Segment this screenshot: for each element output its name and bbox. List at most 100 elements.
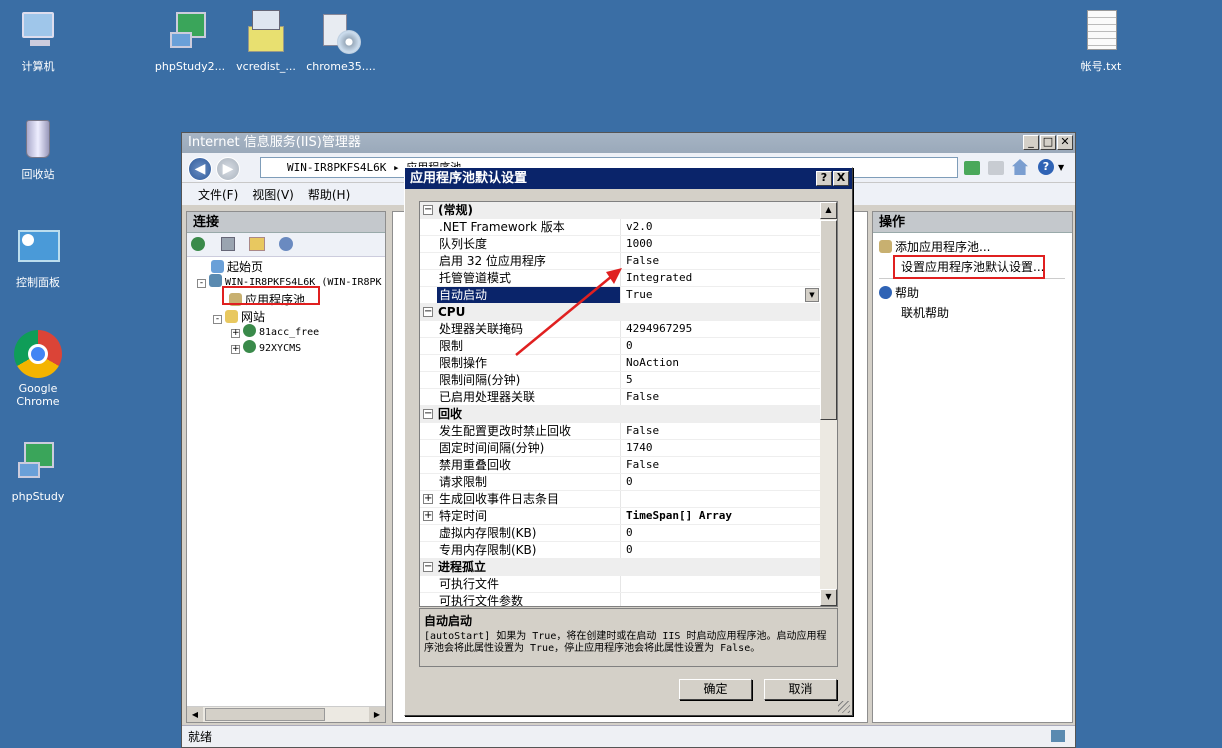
- resize-grip-icon[interactable]: [838, 701, 850, 713]
- property-row[interactable]: 限制操作 NoAction: [420, 355, 821, 372]
- scroll-thumb[interactable]: [820, 220, 837, 420]
- collapse-icon[interactable]: −: [423, 307, 433, 317]
- property-value[interactable]: Integrated: [622, 270, 692, 286]
- property-row[interactable]: 禁用重叠回收 False: [420, 457, 821, 474]
- property-row[interactable]: 可执行文件: [420, 576, 821, 593]
- property-value[interactable]: 0: [622, 338, 633, 354]
- action-add-app-pool[interactable]: 添加应用程序池...: [879, 238, 990, 255]
- tree-item-start-page[interactable]: 起始页: [211, 258, 263, 275]
- property-value[interactable]: False: [622, 423, 659, 439]
- property-value[interactable]: True: [622, 287, 653, 303]
- iis-window-title: Internet 信息服务(IIS)管理器: [188, 135, 361, 150]
- property-row[interactable]: 自动启动 True ▼: [420, 287, 821, 304]
- scroll-down-button[interactable]: ▼: [820, 589, 837, 606]
- desktop-icon-account-txt[interactable]: 帐号.txt: [1061, 8, 1141, 73]
- property-value[interactable]: 0: [622, 525, 633, 541]
- collapse-icon[interactable]: −: [423, 205, 433, 215]
- tree-item-site-92xycms[interactable]: +92XYCMS: [231, 340, 301, 354]
- close-button[interactable]: ✕: [1057, 135, 1073, 150]
- horizontal-scrollbar[interactable]: ◀ ▶: [187, 706, 385, 722]
- property-value[interactable]: 1740: [622, 440, 653, 456]
- property-row[interactable]: + 特定时间 TimeSpan[] Array: [420, 508, 821, 525]
- cancel-button[interactable]: 取消: [764, 679, 837, 700]
- disconnect-icon[interactable]: [279, 237, 293, 251]
- minimize-button[interactable]: _: [1023, 135, 1039, 150]
- value-dropdown-icon[interactable]: ▼: [805, 288, 819, 302]
- property-row[interactable]: 请求限制 0: [420, 474, 821, 491]
- stop-icon[interactable]: [988, 161, 1004, 175]
- property-value[interactable]: NoAction: [622, 355, 679, 371]
- property-category-row[interactable]: − 回收: [420, 406, 821, 423]
- chevron-down-icon[interactable]: ▼: [1058, 163, 1064, 172]
- vertical-scrollbar[interactable]: ▲ ▼: [820, 202, 837, 606]
- property-value[interactable]: False: [622, 457, 659, 473]
- property-row[interactable]: .NET Framework 版本 v2.0: [420, 219, 821, 236]
- save-icon[interactable]: [221, 237, 235, 251]
- desktop-icon-vcredist[interactable]: vcredist_...: [226, 8, 306, 73]
- forward-button[interactable]: ▶: [216, 157, 240, 181]
- property-category-row[interactable]: − (常规): [420, 202, 821, 219]
- help-dropdown-icon[interactable]: ?: [1038, 159, 1054, 175]
- property-value[interactable]: 0: [622, 474, 633, 490]
- property-value[interactable]: v2.0: [622, 219, 653, 235]
- property-value[interactable]: TimeSpan[] Array: [622, 508, 732, 524]
- menu-view[interactable]: 视图(V): [252, 186, 294, 203]
- property-category-row[interactable]: − 进程孤立: [420, 559, 821, 576]
- property-value[interactable]: 1000: [622, 236, 653, 252]
- property-row[interactable]: 虚拟内存限制(KB) 0: [420, 525, 821, 542]
- tree-item-sites[interactable]: - 网站: [213, 308, 265, 325]
- desktop-icon-computer[interactable]: 计算机: [0, 8, 78, 73]
- property-row[interactable]: 限制间隔(分钟) 5: [420, 372, 821, 389]
- action-help[interactable]: 帮助: [879, 284, 919, 301]
- property-category-row[interactable]: − CPU: [420, 304, 821, 321]
- property-row[interactable]: 限制 0: [420, 338, 821, 355]
- iis-titlebar[interactable]: Internet 信息服务(IIS)管理器 _ □ ✕: [182, 133, 1075, 153]
- collapse-icon[interactable]: -: [213, 315, 222, 324]
- expand-icon[interactable]: +: [231, 345, 240, 354]
- menu-file[interactable]: 文件(F): [198, 186, 238, 203]
- collapse-icon[interactable]: -: [197, 279, 206, 288]
- desktop-icon-chrome-installer[interactable]: chrome35....: [301, 8, 381, 73]
- property-row[interactable]: 托管管道模式 Integrated: [420, 270, 821, 287]
- ok-button[interactable]: 确定: [679, 679, 752, 700]
- property-row[interactable]: 启用 32 位应用程序 False: [420, 253, 821, 270]
- property-row[interactable]: 已启用处理器关联 False: [420, 389, 821, 406]
- tree-item-site-81acc[interactable]: +81acc_free: [231, 324, 319, 338]
- property-row[interactable]: 处理器关联掩码 4294967295: [420, 321, 821, 338]
- property-value[interactable]: 5: [622, 372, 633, 388]
- category-label: (常规): [438, 203, 473, 217]
- maximize-button[interactable]: □: [1040, 135, 1056, 150]
- property-value[interactable]: 4294967295: [622, 321, 692, 337]
- collapse-icon[interactable]: −: [423, 409, 433, 419]
- dialog-help-button[interactable]: ?: [816, 171, 832, 186]
- home-icon[interactable]: [1012, 159, 1028, 175]
- scroll-up-button[interactable]: ▲: [820, 202, 837, 219]
- desktop-icon-phpstudy[interactable]: phpStudy: [0, 438, 78, 503]
- back-button[interactable]: ◀: [188, 157, 212, 181]
- desktop-icon-phpstudy-installer[interactable]: phpStudy2...: [150, 8, 230, 73]
- property-row[interactable]: 队列长度 1000: [420, 236, 821, 253]
- collapse-icon[interactable]: −: [423, 562, 433, 572]
- expand-icon[interactable]: +: [423, 511, 433, 521]
- property-value[interactable]: 0: [622, 542, 633, 558]
- property-row[interactable]: 固定时间间隔(分钟) 1740: [420, 440, 821, 457]
- up-folder-icon[interactable]: [249, 237, 265, 251]
- desktop-icon-google-chrome[interactable]: Google Chrome: [0, 330, 78, 408]
- property-value[interactable]: False: [622, 253, 659, 269]
- connect-icon[interactable]: [191, 237, 205, 251]
- expand-icon[interactable]: +: [231, 329, 240, 338]
- property-row[interactable]: 发生配置更改时禁止回收 False: [420, 423, 821, 440]
- property-row[interactable]: 可执行文件参数: [420, 593, 821, 606]
- property-row[interactable]: + 生成回收事件日志条目: [420, 491, 821, 508]
- action-label: 添加应用程序池...: [895, 240, 991, 254]
- menu-help[interactable]: 帮助(H): [308, 186, 350, 203]
- expand-icon[interactable]: +: [423, 494, 433, 504]
- dialog-titlebar[interactable]: 应用程序池默认设置 ? X: [405, 168, 852, 189]
- property-row[interactable]: 专用内存限制(KB) 0: [420, 542, 821, 559]
- dialog-close-button[interactable]: X: [833, 171, 849, 186]
- desktop-icon-recycle-bin[interactable]: 回收站: [0, 116, 78, 181]
- property-value[interactable]: False: [622, 389, 659, 405]
- desktop-icon-control-panel[interactable]: 控制面板: [0, 224, 78, 289]
- refresh-icon[interactable]: [964, 161, 980, 175]
- action-online-help[interactable]: 联机帮助: [901, 304, 949, 321]
